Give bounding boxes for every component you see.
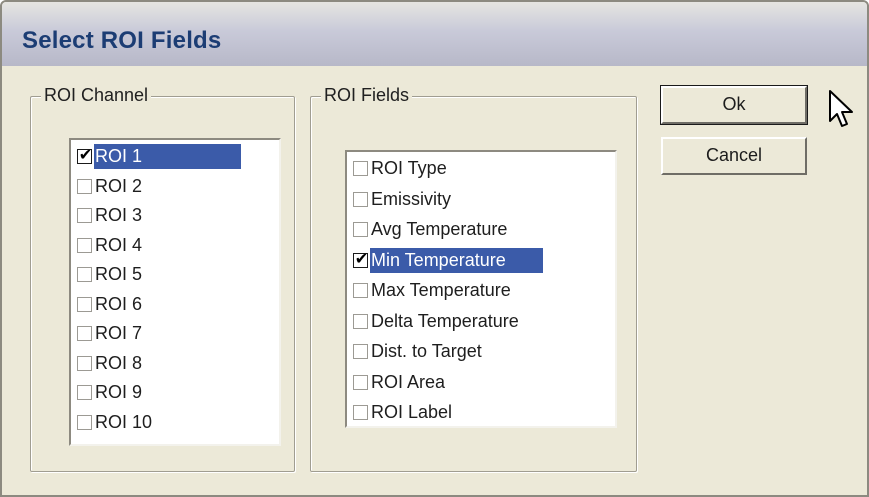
dialog-body: ROI Channel ✔ ROI 1 ROI 2 ROI 3 ROI 4 ROI 5 RO…	[2, 66, 867, 495]
roi-channel-label: ROI 10	[95, 411, 153, 432]
roi-channel-checkbox[interactable]	[77, 326, 92, 341]
roi-field-checkbox[interactable]	[353, 313, 368, 329]
roi-field-checkbox[interactable]: ✔	[353, 250, 369, 268]
roi-channel-item[interactable]: ROI 7	[73, 320, 146, 347]
roi-field-checkbox[interactable]	[353, 344, 368, 359]
roi-field-label: Delta Temperature	[371, 310, 519, 331]
roi-field-item[interactable]: ROI Label	[349, 399, 456, 426]
roi-fields-group: ROI Fields ROI Type Emissivity Avg Tempera…	[310, 84, 637, 472]
title-bar[interactable]: Select ROI Fields	[2, 2, 867, 67]
roi-channel-label: ROI 3	[95, 205, 143, 225]
roi-channel-checkbox[interactable]	[77, 385, 92, 400]
roi-field-item[interactable]: Dist. to Target	[349, 338, 486, 365]
dialog-title: Select ROI Fields	[22, 27, 222, 54]
checkmark-icon: ✔	[354, 250, 369, 268]
roi-field-item[interactable]: ✔ Min Temperature	[349, 247, 543, 274]
roi-field-item[interactable]: Max Temperature	[349, 277, 515, 304]
roi-channel-label: ROI 5	[95, 264, 143, 284]
roi-channel-item[interactable]: ROI 4	[73, 232, 146, 259]
roi-channel-label: ROI 9	[95, 382, 143, 402]
roi-field-item[interactable]: ROI Area	[349, 369, 449, 396]
roi-field-label: Max Temperature	[371, 280, 511, 300]
roi-field-label: Emissivity	[371, 188, 451, 209]
roi-field-label: ROI Area	[371, 371, 446, 392]
roi-field-label: Avg Temperature	[371, 219, 508, 239]
roi-field-item[interactable]: Emissivity	[349, 186, 455, 213]
roi-channel-label: ROI 7	[95, 323, 143, 343]
roi-channel-item[interactable]: ROI 6	[73, 291, 146, 318]
roi-channel-checkbox[interactable]	[77, 355, 92, 371]
roi-channel-label: ROI 8	[95, 352, 143, 373]
roi-channel-checkbox[interactable]	[77, 414, 92, 430]
roi-fields-legend: ROI Fields	[321, 84, 413, 106]
roi-channel-group: ROI Channel ✔ ROI 1 ROI 2 ROI 3 ROI 4 ROI 5 RO…	[30, 84, 295, 472]
roi-field-checkbox[interactable]	[353, 191, 368, 207]
roi-field-label: Min Temperature	[370, 247, 543, 273]
roi-channel-list[interactable]: ✔ ROI 1 ROI 2 ROI 3 ROI 4 ROI 5 ROI 6 ROI 7 ROI …	[69, 138, 281, 446]
roi-channel-label: ROI 2	[95, 175, 143, 196]
roi-channel-checkbox[interactable]	[77, 267, 92, 282]
roi-field-item[interactable]: Delta Temperature	[349, 308, 523, 335]
roi-channel-checkbox[interactable]	[77, 208, 92, 223]
roi-channel-item[interactable]: ROI 9	[73, 379, 146, 406]
checkmark-icon: ✔	[78, 147, 93, 164]
roi-field-label: Dist. to Target	[371, 341, 482, 361]
roi-channel-item[interactable]: ✔ ROI 1	[73, 143, 241, 170]
cancel-button[interactable]: Cancel	[661, 137, 807, 175]
ok-button[interactable]: Ok	[660, 85, 808, 125]
roi-channel-item[interactable]: ROI 10	[73, 409, 156, 436]
roi-channel-checkbox[interactable]	[77, 237, 92, 253]
roi-channel-item[interactable]: ROI 8	[73, 350, 146, 377]
roi-field-checkbox[interactable]	[353, 283, 368, 298]
roi-field-label: ROI Type	[371, 158, 447, 178]
roi-field-label: ROI Label	[371, 402, 453, 422]
roi-channel-item[interactable]: ROI 2	[73, 173, 146, 200]
roi-channel-item[interactable]: ROI 3	[73, 202, 146, 229]
roi-field-checkbox[interactable]	[353, 222, 368, 237]
roi-field-checkbox[interactable]	[353, 374, 368, 390]
roi-channel-checkbox[interactable]: ✔	[77, 147, 93, 164]
roi-channel-checkbox[interactable]	[77, 296, 92, 312]
roi-channel-label: ROI 6	[95, 293, 143, 314]
mouse-pointer-icon	[829, 90, 853, 127]
roi-field-checkbox[interactable]	[353, 161, 368, 176]
roi-channel-item[interactable]: ROI 5	[73, 261, 146, 288]
roi-field-checkbox[interactable]	[353, 405, 368, 420]
roi-channel-checkbox[interactable]	[77, 178, 92, 194]
select-roi-fields-dialog: Select ROI Fields ROI Channel ✔ ROI 1 ROI …	[0, 0, 869, 497]
roi-field-item[interactable]: Avg Temperature	[349, 216, 511, 243]
roi-field-item[interactable]: ROI Type	[349, 155, 451, 182]
roi-channel-label: ROI 1	[94, 144, 241, 169]
roi-fields-list[interactable]: ROI Type Emissivity Avg Temperature ✔ Min Te…	[345, 150, 617, 428]
roi-channel-legend: ROI Channel	[41, 84, 152, 106]
roi-channel-label: ROI 4	[95, 234, 143, 255]
